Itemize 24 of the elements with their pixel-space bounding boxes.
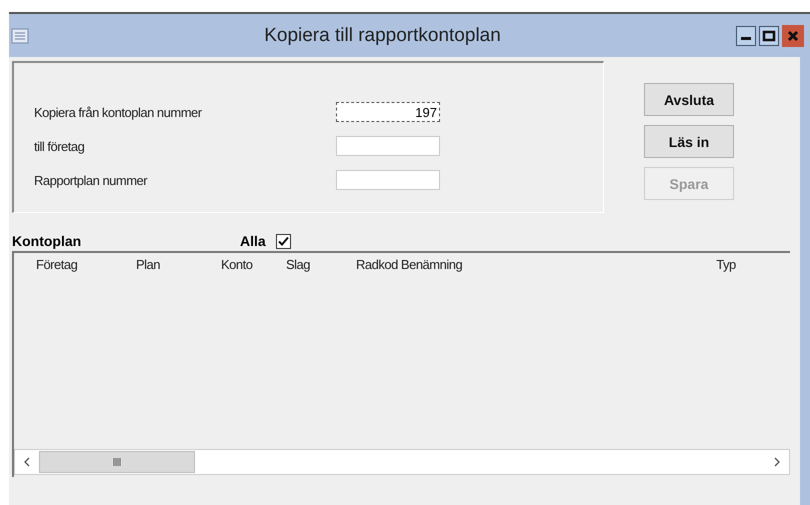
column-header[interactable]: Företag [36, 256, 136, 272]
column-header[interactable]: Slag [286, 256, 356, 272]
input-field[interactable] [336, 136, 440, 156]
window-menu-icon[interactable] [11, 28, 29, 44]
column-header[interactable]: Konto [221, 256, 286, 272]
column-header[interactable]: Plan [136, 256, 221, 272]
window-title: Kopiera till rapportkontoplan [263, 24, 502, 46]
action-button[interactable]: Läs in [644, 125, 734, 158]
maximize-button[interactable] [759, 26, 779, 46]
scroll-thumb[interactable] [39, 451, 195, 473]
action-button[interactable]: Avsluta [644, 83, 734, 116]
close-button[interactable] [782, 24, 804, 46]
input-field[interactable] [336, 170, 440, 190]
field-label: Kopiera från kontoplan nummer [34, 104, 203, 120]
minimize-button[interactable] [736, 26, 756, 46]
checkbox[interactable] [276, 234, 291, 248]
list-title: Kontoplan [12, 233, 82, 249]
horizontal-scrollbar[interactable] [14, 449, 790, 475]
column-header[interactable]: Typ [676, 256, 776, 272]
field-label: Rapportplan nummer [34, 172, 148, 188]
field-label: till företag [34, 138, 86, 154]
checkbox-label: Alla [240, 233, 267, 249]
column-header[interactable]: Radkod Benämning [356, 256, 676, 272]
input-field[interactable]: 197 [336, 102, 440, 122]
